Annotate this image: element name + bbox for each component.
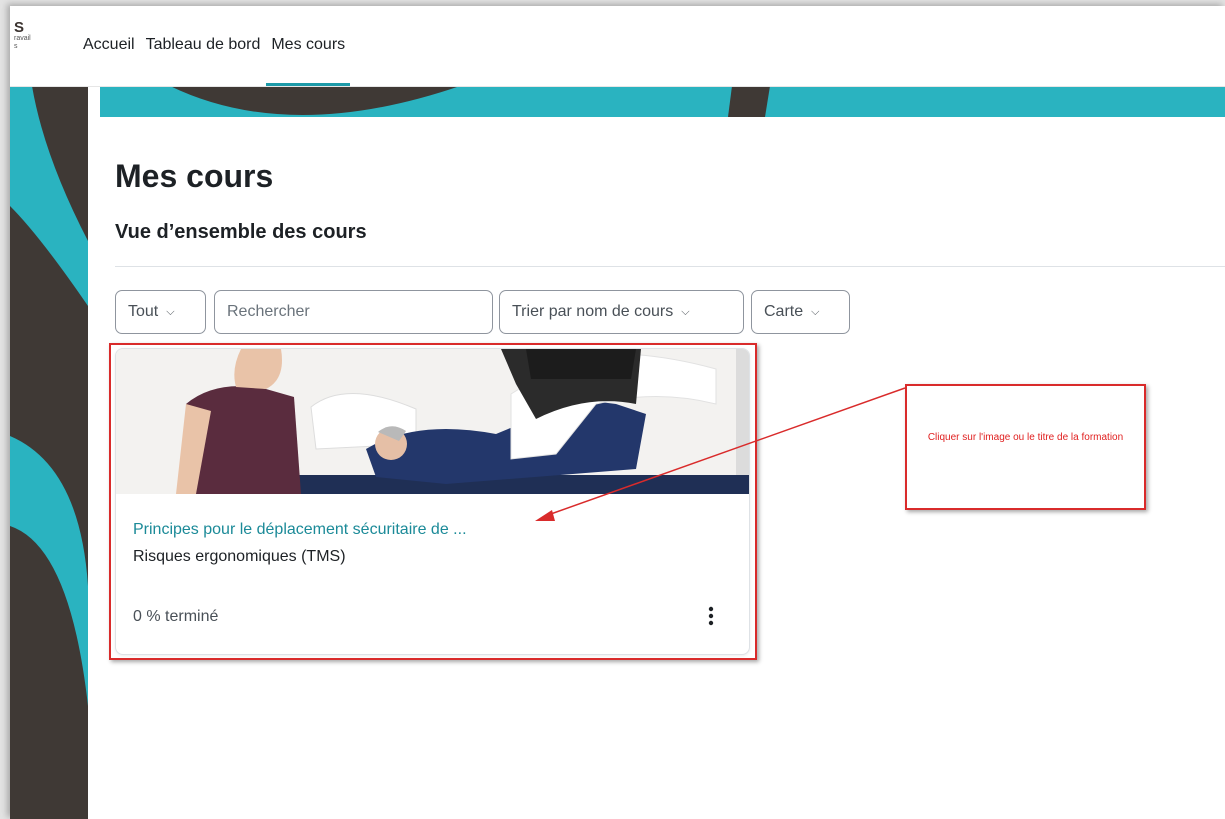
chevron-down-icon: ⌵ — [681, 305, 690, 318]
nav-item-mes-cours[interactable]: Mes cours — [266, 6, 351, 86]
grouping-dropdown[interactable]: Tout ⌵ — [115, 290, 206, 334]
site-logo[interactable]: S ravail s — [14, 20, 54, 64]
chevron-down-icon: ⌵ — [811, 305, 820, 318]
logo-subtext-2: s — [14, 43, 18, 50]
logo-subtext-1: ravail — [14, 35, 31, 42]
kebab-menu-icon[interactable] — [704, 605, 718, 627]
section-title: Vue d’ensemble des cours — [115, 221, 367, 243]
course-image[interactable] — [116, 349, 749, 494]
grouping-dropdown-label: Tout — [128, 303, 159, 320]
nav-item-accueil[interactable]: Accueil — [78, 6, 140, 86]
course-card: Principes pour le déplacement sécuritair… — [115, 348, 750, 655]
page-title: Mes cours — [115, 158, 274, 194]
sort-dropdown[interactable]: Trier par nom de cours ⌵ — [499, 290, 744, 334]
nav-item-tableau-de-bord[interactable]: Tableau de bord — [141, 6, 266, 86]
top-navigation-bar: S ravail s Accueil Tableau de bord Mes c… — [10, 6, 1225, 87]
app-window: S ravail s Accueil Tableau de bord Mes c… — [10, 6, 1225, 819]
section-divider — [115, 266, 1225, 267]
search-input[interactable]: Rechercher — [214, 290, 493, 334]
course-progress: 0 % terminé — [133, 608, 219, 625]
course-category: Risques ergonomiques (TMS) — [133, 548, 346, 565]
primary-navigation: Accueil Tableau de bord Mes cours — [78, 6, 351, 86]
chevron-down-icon: ⌵ — [166, 305, 175, 318]
view-dropdown-label: Carte — [764, 303, 804, 320]
sort-dropdown-label: Trier par nom de cours — [512, 303, 674, 320]
search-placeholder: Rechercher — [227, 303, 310, 320]
view-dropdown[interactable]: Carte ⌵ — [751, 290, 850, 334]
logo-initial: S — [14, 19, 25, 36]
course-title-link[interactable]: Principes pour le déplacement sécuritair… — [133, 521, 467, 539]
